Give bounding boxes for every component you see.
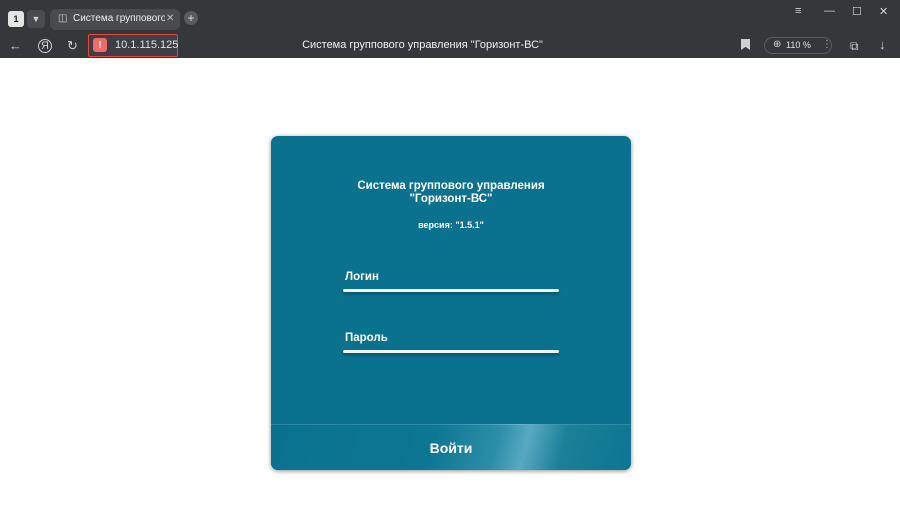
page-icon: ◫: [58, 13, 68, 24]
menu-icon[interactable]: ≡: [795, 5, 801, 17]
card-title-line1: Система группового управления: [357, 180, 545, 192]
maximize-icon[interactable]: ☐: [852, 5, 862, 18]
arrow-left-icon[interactable]: ←: [9, 38, 22, 54]
tab-bar: 1 ▼ ◫ Система группового у ✕ + ≡ — ☐ ✕: [0, 0, 900, 34]
minimize-icon[interactable]: —: [824, 5, 835, 17]
zoom-control[interactable]: ⊕ 110 % ⋮: [764, 37, 832, 54]
login-card: Система группового управления "Горизонт-…: [271, 136, 631, 470]
page-title: Система группового управления "Горизонт-…: [302, 39, 543, 51]
new-tab-button[interactable]: +: [184, 11, 198, 25]
browser-toolbar: ← Я ↻ ! 10.1.115.125 Система группового …: [0, 34, 900, 58]
plus-icon: +: [187, 11, 195, 25]
tab-counter[interactable]: 1: [8, 11, 24, 27]
close-icon[interactable]: ✕: [166, 13, 174, 24]
chevron-down-icon: ▼: [31, 14, 41, 24]
card-title-line2: "Горизонт-ВС": [409, 193, 493, 205]
browser-tab[interactable]: ◫ Система группового у ✕: [50, 9, 180, 30]
tab-list-button[interactable]: ▼: [27, 10, 45, 28]
bookmark-icon[interactable]: [741, 39, 750, 50]
tab-count: 1: [13, 13, 19, 24]
version-label: версия: "1.5.1": [418, 220, 484, 230]
reload-icon[interactable]: ↻: [67, 38, 78, 54]
address-bar[interactable]: ! 10.1.115.125: [88, 34, 178, 57]
more-vertical-icon[interactable]: ⋮: [822, 39, 832, 50]
collections-icon[interactable]: ⧉: [850, 39, 859, 54]
login-button[interactable]: Войти: [271, 424, 631, 470]
warning-icon[interactable]: !: [93, 38, 107, 52]
login-underline: [343, 289, 559, 292]
card-title: Система группового управления "Горизонт-…: [271, 180, 631, 206]
zoom-level: 110 %: [786, 40, 811, 50]
login-button-label: Войти: [429, 440, 473, 456]
zoom-icon: ⊕: [773, 39, 782, 50]
url-text: 10.1.115.125: [115, 39, 179, 51]
yandex-icon[interactable]: Я: [38, 39, 52, 53]
password-underline: [343, 350, 559, 353]
password-input[interactable]: [343, 336, 563, 356]
close-window-icon[interactable]: ✕: [879, 5, 888, 18]
download-icon[interactable]: ↓: [879, 37, 886, 52]
tab-title: Система группового у: [73, 13, 165, 24]
